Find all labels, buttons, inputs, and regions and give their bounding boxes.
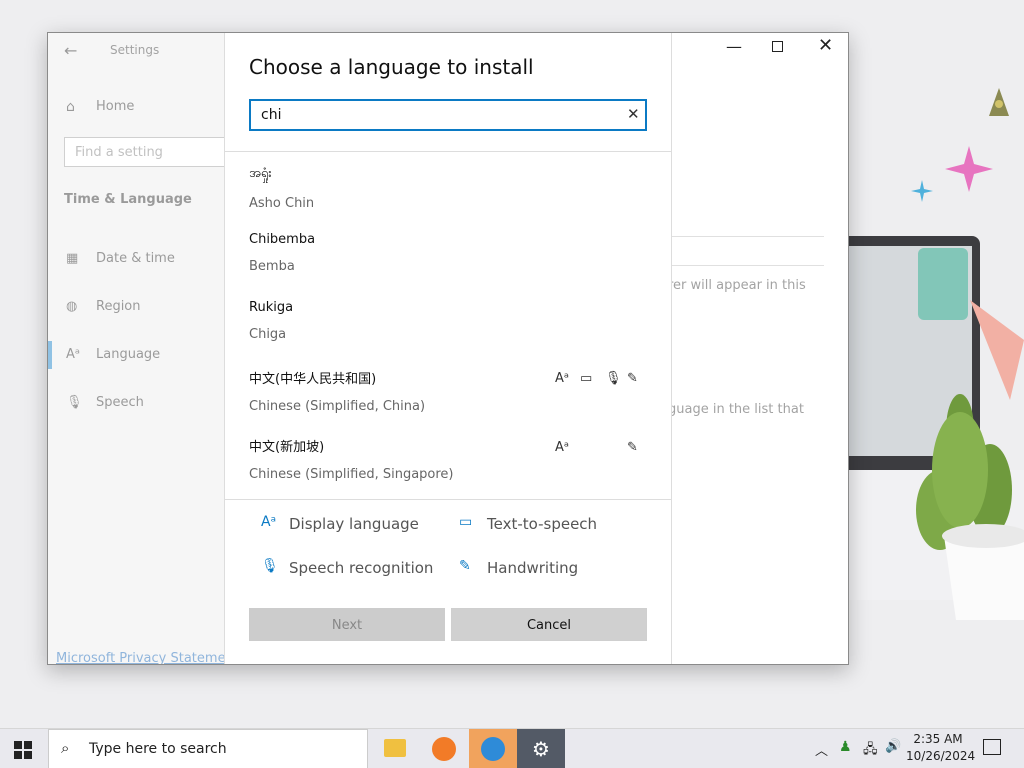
text-to-speech-icon: ▭ xyxy=(580,371,593,386)
taskbar-search-box[interactable]: ⌕ Type here to search xyxy=(48,729,368,768)
next-button[interactable]: Next xyxy=(249,608,445,641)
section-title: Time & Language xyxy=(64,192,192,207)
feature-display-language: Display language xyxy=(289,515,419,533)
sparkle-icon xyxy=(911,146,993,202)
language-native: 中文(中华人民共和国) xyxy=(249,372,377,387)
clock-date[interactable]: 10/26/2024 xyxy=(906,749,975,763)
taskbar: ⌕ Type here to search ⚙ ︿ ♟ 🖧 🔊 2:35 AM … xyxy=(0,728,1024,768)
handwriting-icon: ✎ xyxy=(627,440,638,455)
back-arrow-icon[interactable]: ← xyxy=(64,41,77,60)
file-explorer-icon[interactable] xyxy=(384,739,406,757)
cancel-button[interactable]: Cancel xyxy=(451,608,647,641)
find-setting-placeholder: Find a setting xyxy=(75,145,163,160)
display-language-icon: Aᵃ xyxy=(555,371,569,386)
bg-text-2: guage in the list that xyxy=(668,402,804,417)
clear-icon[interactable]: ✕ xyxy=(627,105,640,123)
nav-language[interactable]: Language xyxy=(96,347,160,362)
edge-taskbar-button[interactable] xyxy=(469,729,517,768)
nav-speech[interactable]: Speech xyxy=(96,395,144,410)
search-icon: ⌕ xyxy=(61,739,70,757)
user-icon[interactable]: ♟ xyxy=(839,739,852,755)
language-native: Chibemba xyxy=(249,232,316,247)
dialog-title: Choose a language to install xyxy=(249,55,534,79)
list-item[interactable]: အရှုံး Asho Chin xyxy=(249,165,314,211)
edge-icon xyxy=(481,737,505,761)
language-english: Chinese (Simplified, Singapore) xyxy=(249,467,454,482)
clock-time[interactable]: 2:35 AM xyxy=(912,732,964,746)
nav-region[interactable]: Region xyxy=(96,299,141,314)
nav-home[interactable]: Home xyxy=(96,99,134,114)
gear-icon: ⚙ xyxy=(532,737,550,761)
firefox-icon[interactable] xyxy=(432,737,456,761)
text-to-speech-icon: ▭ xyxy=(459,514,473,530)
cactus-icon xyxy=(916,300,1024,620)
divider xyxy=(225,151,671,152)
mic-icon: 🎙 xyxy=(261,558,279,574)
handwriting-icon: ✎ xyxy=(459,558,471,574)
language-english: Asho Chin xyxy=(249,196,315,211)
language-english: Chiga xyxy=(249,327,287,342)
minimize-icon[interactable]: — xyxy=(726,37,742,56)
volume-icon[interactable]: 🔊 xyxy=(885,739,901,754)
globe-icon: ◍ xyxy=(66,299,78,314)
close-icon[interactable]: ✕ xyxy=(818,35,833,56)
bg-input xyxy=(672,236,824,266)
feature-text-to-speech: Text-to-speech xyxy=(487,515,598,533)
language-search-input[interactable]: chi ✕ xyxy=(249,99,647,131)
home-icon: ⌂ xyxy=(66,99,75,115)
mic-icon: 🎙 xyxy=(66,395,83,410)
language-icon: Aᵃ xyxy=(66,347,80,362)
calendar-icon: ▦ xyxy=(66,251,79,266)
active-indicator xyxy=(48,341,52,369)
bg-text-1: rer will appear in this xyxy=(668,278,806,293)
language-native: Rukiga xyxy=(249,300,294,315)
language-english: Bemba xyxy=(249,259,295,274)
bell-icon xyxy=(989,88,1009,116)
maximize-icon[interactable] xyxy=(772,41,783,52)
settings-window: ← Settings ⌂ Home Find a setting Time & … xyxy=(47,32,849,665)
language-native: အရှုံး xyxy=(249,166,272,181)
list-item[interactable]: Chibemba Bemba xyxy=(249,232,315,274)
display-language-icon: Aᵃ xyxy=(261,514,277,530)
language-dialog: Choose a language to install chi ✕ အရှုံ… xyxy=(224,33,672,664)
list-item[interactable]: 中文(新加坡) Chinese (Simplified, Singapore) xyxy=(249,436,454,482)
handwriting-icon: ✎ xyxy=(627,371,638,386)
language-english: Chinese (Simplified, China) xyxy=(249,399,426,414)
mic-icon: 🎙 xyxy=(605,371,622,386)
feature-handwriting: Handwriting xyxy=(487,559,579,577)
window-title: Settings xyxy=(110,43,160,57)
language-native: 中文(新加坡) xyxy=(249,440,325,455)
list-item[interactable]: Rukiga Chiga xyxy=(249,300,293,342)
notification-icon[interactable] xyxy=(983,739,1001,755)
taskbar-search-placeholder: Type here to search xyxy=(89,741,227,757)
divider xyxy=(225,499,671,500)
chevron-up-icon[interactable]: ︿ xyxy=(815,740,828,759)
network-icon[interactable]: 🖧 xyxy=(863,740,878,762)
settings-taskbar-button[interactable]: ⚙ xyxy=(517,729,565,768)
display-language-icon: Aᵃ xyxy=(555,440,569,455)
feature-speech-recognition: Speech recognition xyxy=(289,559,434,577)
privacy-link[interactable]: Microsoft Privacy Statement xyxy=(56,651,239,664)
windows-start-icon[interactable] xyxy=(14,741,32,759)
nav-date-time[interactable]: Date & time xyxy=(96,251,175,266)
list-item[interactable]: 中文(中华人民共和国) Chinese (Simplified, China) xyxy=(249,368,425,414)
search-value: chi xyxy=(261,107,282,123)
